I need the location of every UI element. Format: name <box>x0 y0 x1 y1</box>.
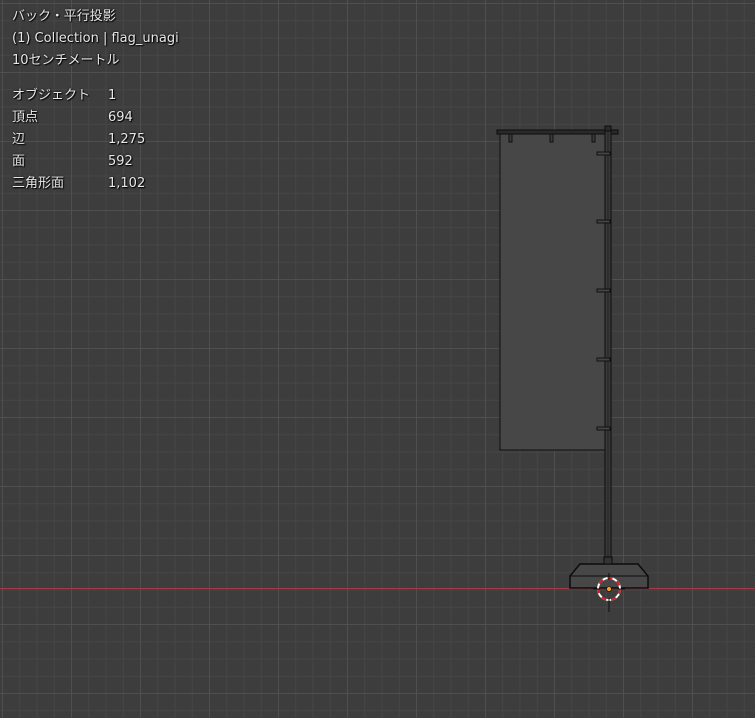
pole-clip <box>596 357 611 362</box>
stat-value: 1 <box>108 88 117 103</box>
pole-clip <box>596 151 611 156</box>
scene-statistics: オブジェクト 1 頂点 694 辺 1,275 面 592 三角形面 1,102 <box>12 85 145 195</box>
stat-row-vertices: 頂点 694 <box>12 107 145 129</box>
stat-row-faces: 面 592 <box>12 151 145 173</box>
hook <box>591 133 596 143</box>
3d-viewport[interactable]: バック・平行投影 (1) Collection | flag_unagi 10セ… <box>0 0 755 718</box>
banner-cloth <box>499 132 606 451</box>
stat-row-objects: オブジェクト 1 <box>12 85 145 107</box>
pole-cap <box>604 125 612 132</box>
stat-label: 三角形面 <box>12 176 65 191</box>
hook <box>549 133 554 143</box>
stat-value: 1,102 <box>108 176 146 191</box>
stat-label: オブジェクト <box>12 88 91 103</box>
grid-scale: 10センチメートル <box>12 53 120 68</box>
stat-value: 694 <box>108 110 133 125</box>
pole-clip <box>596 219 611 224</box>
pole-clip <box>596 288 611 293</box>
stat-row-triangles: 三角形面 1,102 <box>12 173 145 195</box>
hook <box>508 133 513 143</box>
stat-label: 面 <box>12 154 26 169</box>
viewport-info-overlay: バック・平行投影 (1) Collection | flag_unagi 10セ… <box>12 6 179 72</box>
stat-value: 1,275 <box>108 132 146 147</box>
collection-name: (1) Collection | flag_unagi <box>12 31 179 46</box>
view-name: バック・平行投影 <box>12 9 116 24</box>
top-bar <box>496 129 619 135</box>
pole-clip <box>596 426 611 431</box>
stat-label: 辺 <box>12 132 26 147</box>
stat-label: 頂点 <box>12 110 39 125</box>
stat-row-edges: 辺 1,275 <box>12 129 145 151</box>
stat-value: 592 <box>108 154 133 169</box>
object-origin-icon <box>606 586 612 592</box>
